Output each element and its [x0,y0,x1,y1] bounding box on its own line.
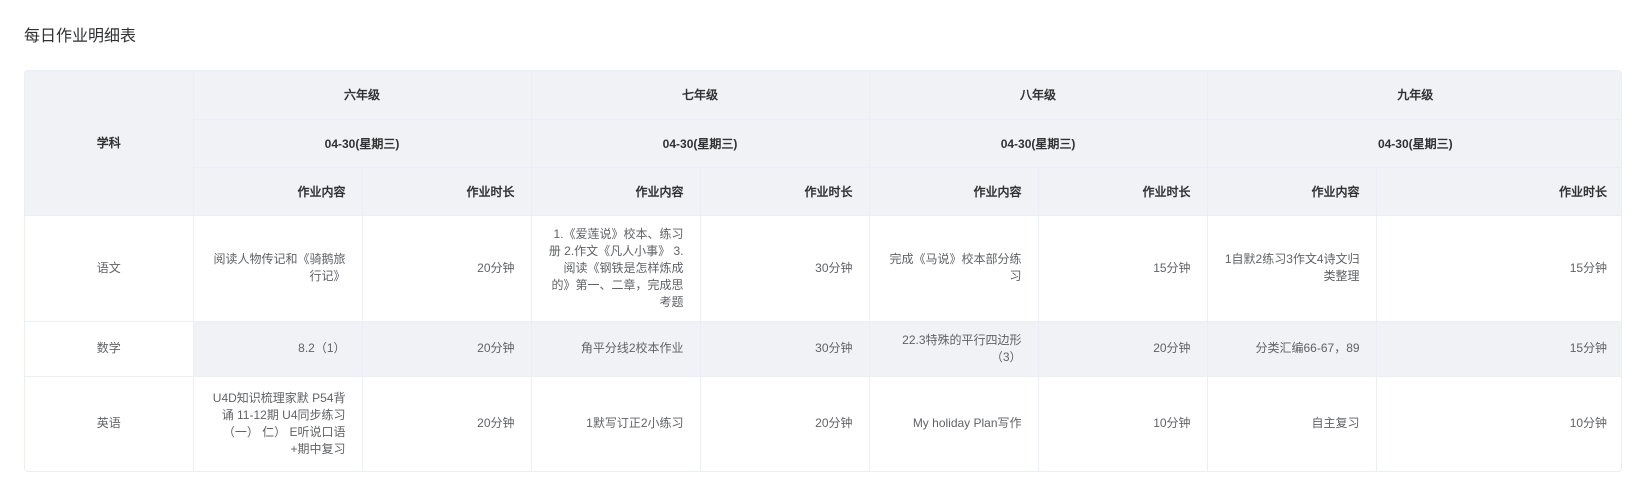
duration-cell: 10分钟 [1038,376,1208,471]
content-cell: U4D知识梳理家默 P54背诵 11-12期 U4同步练习（一） 仁） E听说口… [193,376,363,471]
page-title: 每日作业明细表 [24,28,137,45]
duration-cell: 20分钟 [1038,321,1208,377]
content-cell: 8.2（1） [193,321,363,377]
date-header-7: 04-30(星期三) [531,119,870,168]
subject-cell: 数学 [25,321,194,377]
content-cell: 1默写订正2小练习 [531,376,701,471]
content-header: 作业内容 [1207,167,1377,216]
content-cell: 22.3特殊的平行四边形（3） [869,321,1039,377]
duration-cell: 15分钟 [1376,321,1621,377]
duration-header: 作业时长 [700,167,870,216]
grade-header-8: 八年级 [869,71,1208,120]
date-header-9: 04-30(星期三) [1207,119,1621,168]
duration-cell: 15分钟 [1038,215,1208,322]
content-cell: 分类汇编66-67，89 [1207,321,1377,377]
date-header-6: 04-30(星期三) [193,119,532,168]
duration-cell: 15分钟 [1376,215,1621,322]
duration-cell: 20分钟 [362,376,532,471]
content-cell: 1自默2练习3作文4诗文归类整理 [1207,215,1377,322]
table-row: 语文 阅读人物传记和《骑鹅旅行记》 20分钟 1.《爱莲说》校本、练习册 2.作… [25,215,1621,322]
grade-header-9: 九年级 [1207,71,1621,120]
content-header: 作业内容 [869,167,1039,216]
table-row: 数学 8.2（1） 20分钟 角平分线2校本作业 30分钟 22.3特殊的平行四… [25,321,1621,377]
grade-header-6: 六年级 [193,71,532,120]
date-header-8: 04-30(星期三) [869,119,1208,168]
duration-cell: 20分钟 [362,215,532,322]
content-cell: 1.《爱莲说》校本、练习册 2.作文《凡人小事》 3.阅读《钢铁是怎样炼成的》第… [531,215,701,322]
duration-header: 作业时长 [1038,167,1208,216]
duration-cell: 30分钟 [700,321,870,377]
duration-cell: 20分钟 [362,321,532,377]
duration-cell: 10分钟 [1569,416,1608,431]
content-header: 作业内容 [531,167,701,216]
duration-cell: 30分钟 [700,215,870,322]
subject-cell: 英语 [25,376,194,471]
table-row: 英语 U4D知识梳理家默 P54背诵 11-12期 U4同步练习（一） 仁） E… [25,376,1621,471]
grade-header-7: 七年级 [531,71,870,120]
duration-cell: 20分钟 [700,376,870,471]
duration-header: 作业时长 [1376,167,1621,216]
content-cell: My holiday Plan写作 [869,376,1039,471]
content-cell: 角平分线2校本作业 [531,321,701,377]
subject-header: 学科 [25,71,194,216]
homework-table: 学科 六年级 七年级 八年级 九年级 04-30(星期三) 04-30(星期三)… [24,70,1622,472]
duration-header: 作业时长 [362,167,532,216]
content-cell: 阅读人物传记和《骑鹅旅行记》 [193,215,363,322]
subject-cell: 语文 [25,215,194,322]
content-header: 作业内容 [193,167,363,216]
content-cell: 自主复习 [1207,376,1377,471]
content-cell: 完成《马说》校本部分练习 [869,215,1039,322]
